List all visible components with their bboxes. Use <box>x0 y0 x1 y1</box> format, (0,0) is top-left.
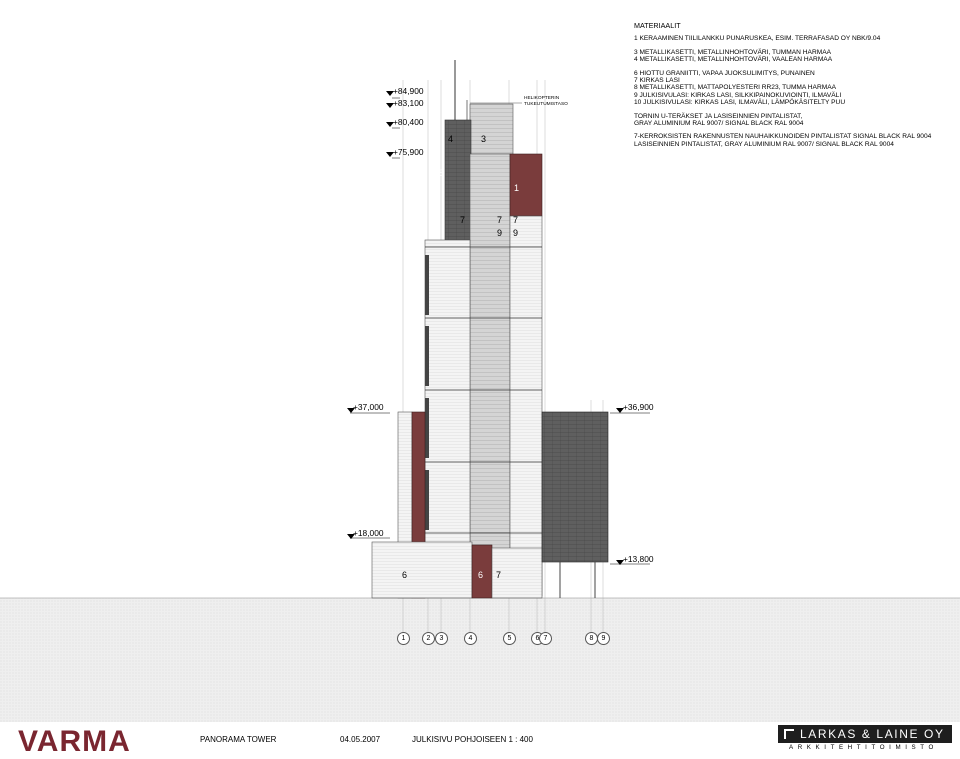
level-label: +84,900 <box>393 86 424 96</box>
material-tag: 1 <box>514 183 520 193</box>
material-tag: 9 <box>513 228 519 238</box>
tower-core-light <box>469 153 511 595</box>
level-marker-icon <box>386 122 394 127</box>
legend-item: TORNIN U-TERÄKSET JA LASISEINNIEN PINTAL… <box>634 112 803 120</box>
material-tag: 9 <box>497 228 503 238</box>
grid-marker: 7 <box>539 632 552 645</box>
material-tag: 3 <box>481 134 487 144</box>
firm-mark-icon <box>784 729 794 739</box>
legend-item: 7-KERROKSISTEN RAKENNUSTEN NAUHAIKKUNOID… <box>634 133 932 141</box>
grid-marker: 9 <box>597 632 610 645</box>
level-label: +80,400 <box>393 117 424 127</box>
level-label: +37,000 <box>353 402 384 412</box>
varma-logo: VARMA <box>18 725 131 758</box>
legend-item: 7 KIRKAS LASI <box>634 77 680 85</box>
ground-area <box>0 598 960 722</box>
material-tag: 8 <box>439 168 445 178</box>
grid-marker: 5 <box>503 632 516 645</box>
material-tag: 7 <box>497 215 503 225</box>
firm-subtitle: ARKKITEHTITOIMISTO <box>789 744 938 751</box>
elevation-drawing: MATERIAALIT 1 KERAAMINEN TIILILANKKU PUN… <box>0 0 960 758</box>
drawing-date: 04.05.2007 <box>340 735 381 744</box>
level-label: +13,800 <box>623 554 654 564</box>
material-tag: 6 <box>402 570 408 580</box>
heliport-line: TUKEUTUMISTASO <box>524 101 568 107</box>
level-marker-icon <box>386 152 394 157</box>
legend-item: 8 METALLIKASETTI, MATTAPOLYESTERI RR23, … <box>634 84 837 92</box>
level-marker-icon <box>347 534 355 539</box>
legend-item: 6 HIOTTU GRANIITTI, VAPAA JUOKSULIMITYS,… <box>634 69 815 77</box>
legend-item: LASISEINNIEN PINTALISTAT, GRAY ALUMINIUM… <box>634 140 894 148</box>
level-marker-icon <box>616 408 624 413</box>
grid-marker: 3 <box>435 632 448 645</box>
level-marker-icon <box>386 103 394 108</box>
level-label: +83,100 <box>393 98 424 108</box>
crown-light <box>469 103 514 155</box>
level-label: +36,900 <box>623 402 654 412</box>
level-marker-icon <box>347 408 355 413</box>
right-dark-block <box>541 411 609 563</box>
legend-item: 1 KERAAMINEN TIILILANKKU PUNARUSKEA, ESI… <box>634 35 881 43</box>
legend-item: 10 JULKISIVULASI: KIRKAS LASI, ILMAVÄLI,… <box>634 99 846 107</box>
material-tag: 6 <box>478 570 484 580</box>
grid-marker: 1 <box>397 632 410 645</box>
material-tag: 7 <box>513 215 519 225</box>
material-tag: 7 <box>496 570 502 580</box>
level-label: +18,000 <box>353 528 384 538</box>
grid-marker: 2 <box>422 632 435 645</box>
firm-name: LARKAS & LAINE OY <box>800 727 945 741</box>
tower-right-glass <box>509 215 543 597</box>
materials-legend: MATERIAALIT 1 KERAAMINEN TIILILANKKU PUN… <box>634 22 954 148</box>
material-tag: 4 <box>448 134 454 144</box>
firm-logo: LARKAS & LAINE OY <box>778 725 952 743</box>
level-marker-icon <box>386 91 394 96</box>
level-marker-icon <box>616 560 624 565</box>
heliport-note: HELIKOPTERIN TUKEUTUMISTASO <box>524 96 568 107</box>
podium-glass-wall <box>371 541 473 599</box>
project-name: PANORAMA TOWER <box>200 735 277 744</box>
level-label: +75,900 <box>393 147 424 157</box>
sheet-title: JULKISIVU POHJOISEEN 1 : 400 <box>412 735 533 744</box>
legend-item: GRAY ALUMINIUM RAL 9007/ SIGNAL BLACK RA… <box>634 120 804 128</box>
material-tag: 7 <box>460 215 466 225</box>
grid-marker: 4 <box>464 632 477 645</box>
legend-item: 4 METALLIKASETTI, METALLINHOHTOVÄRI, VAA… <box>634 56 833 64</box>
legend-title: MATERIAALIT <box>634 21 681 30</box>
